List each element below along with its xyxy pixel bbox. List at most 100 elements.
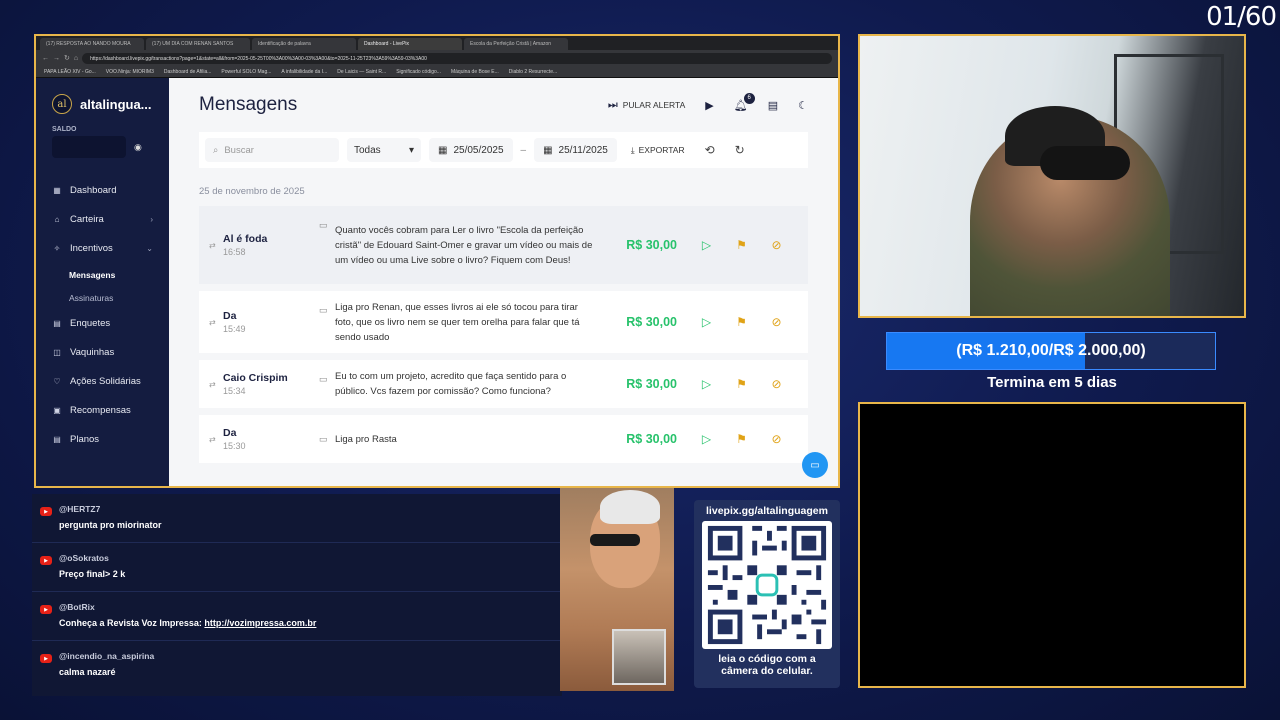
message-time: 16:58 (223, 247, 246, 257)
date-from-value: 25/05/2025 (453, 144, 504, 156)
bookmark[interactable]: PAPA LEÃO XIV - Go... (44, 69, 96, 75)
date-header: 25 de novembro de 2025 (199, 186, 305, 197)
sync-icon[interactable]: ⟲ (705, 143, 715, 157)
chat-user: @HERTZ7 (59, 504, 101, 514)
chat-message: ▶ @HERTZ7 pergunta pro miorinator (32, 494, 562, 543)
chat-user: @oSokratos (59, 553, 109, 563)
bookmarks-bar: PAPA LEÃO XIV - Go... VOO.Ninja: MIORIM3… (36, 66, 838, 78)
date-to-field[interactable]: ▦ 25/11/2025 (534, 138, 617, 162)
support-chat-button[interactable]: ▭ (802, 452, 828, 478)
piggy-icon: ◫ (53, 348, 61, 357)
sidebar-item-label: Recompensas (70, 405, 131, 416)
notification-badge: 6 (743, 92, 755, 104)
block-icon[interactable]: ⊘ (759, 238, 794, 252)
bookmark[interactable]: Máquina de Bose E... (451, 69, 499, 75)
sidebar-item-enquetes[interactable]: ▤ Enquetes (52, 309, 153, 338)
address-bar: ← → ↻ ⌂ https://dashboard.livepix.gg/tra… (36, 50, 838, 66)
browser-tab[interactable]: (17) RESPOSTA AO NANDO MOURA (40, 38, 144, 50)
export-button[interactable]: ⤓ EXPORTAR (631, 145, 685, 156)
sidebar-subitem-mensagens[interactable]: Mensagens (52, 263, 153, 286)
search-icon: ⌕ (213, 144, 219, 156)
qr-caption: leia o código com a câmera do celular. (718, 653, 816, 677)
bookmark[interactable]: A infalibilidade da I... (281, 69, 327, 75)
message-text: Liga pro Renan, que esses livros ai ele … (335, 301, 580, 343)
refresh-icon[interactable]: ↻ (735, 143, 745, 157)
browser-tab[interactable]: Identificação de palavra (252, 38, 356, 50)
guest-glasses (590, 534, 640, 546)
chat-text: Conheça a Revista Voz Impressa: (59, 618, 205, 628)
message-value: R$ 30,00 (626, 377, 677, 391)
reload-icon[interactable]: ↻ (64, 54, 70, 62)
chat-user: @BotRix (59, 602, 95, 612)
flag-icon[interactable]: ⚑ (724, 432, 759, 446)
bookmark[interactable]: Dashboard de Afilia... (164, 69, 212, 75)
browser-tab[interactable]: Escola da Perfeição Cristã | Amazon (464, 38, 568, 50)
sidebar-item-recompensas[interactable]: ▣ Recompensas (52, 396, 153, 425)
sidebar-item-dashboard[interactable]: ▦ Dashboard (52, 176, 153, 205)
back-icon[interactable]: ← (42, 55, 49, 62)
sidebar-item-label: Enquetes (70, 318, 111, 329)
message-row[interactable]: ⇄ Al é foda 16:58 ▭ Quanto vocês cobram p… (199, 206, 808, 284)
bookmark[interactable]: VOO.Ninja: MIORIM3 (106, 69, 154, 75)
type-select[interactable]: Todas ▾ (347, 138, 421, 162)
bookmark[interactable]: Powerful SOLO Mag... (221, 69, 271, 75)
sidebar-item-planos[interactable]: ▤ Planos (52, 425, 153, 454)
play-icon[interactable]: ▷ (689, 377, 724, 391)
repeat-icon: ⇄ (209, 317, 216, 327)
block-icon[interactable]: ⊘ (759, 432, 794, 446)
eye-icon[interactable]: ◉ (134, 142, 142, 153)
youtube-icon: ▶ (40, 507, 52, 516)
date-from-field[interactable]: ▦ 25/05/2025 (429, 138, 513, 162)
url-field[interactable]: https://dashboard.livepix.gg/transaction… (82, 52, 832, 64)
flag-icon[interactable]: ⚑ (724, 238, 759, 252)
youtube-button[interactable]: ▶ (705, 99, 713, 112)
play-icon[interactable]: ▷ (689, 238, 724, 252)
theme-button[interactable]: ☾ (798, 99, 808, 112)
browser-window: (17) RESPOSTA AO NANDO MOURA (17) UM DIA… (34, 34, 840, 488)
repeat-icon: ⇄ (209, 379, 216, 389)
bookmark[interactable]: De Laicis — Saint R... (337, 69, 386, 75)
flag-icon[interactable]: ⚑ (724, 315, 759, 329)
plans-icon: ▤ (53, 435, 61, 444)
message-time: 15:34 (223, 386, 246, 396)
repeat-icon: ⇄ (209, 240, 216, 250)
moon-icon: ☾ (798, 99, 808, 112)
play-icon[interactable]: ▷ (689, 315, 724, 329)
message-sender: Da 15:30 (223, 427, 319, 451)
sidebar-item-acoes[interactable]: ♡ Ações Solidárias (52, 367, 153, 396)
browser-tab-active[interactable]: Dashboard - LivePix (358, 38, 462, 50)
youtube-icon: ▶ (40, 556, 52, 565)
home-icon[interactable]: ⌂ (74, 55, 78, 62)
layout-button[interactable]: ▤ (768, 99, 778, 112)
message-value: R$ 30,00 (626, 432, 677, 446)
block-icon[interactable]: ⊘ (759, 377, 794, 391)
message-row[interactable]: ⇄ Da 15:49 ▭ Liga pro Renan, que esses li… (199, 291, 808, 353)
flag-icon[interactable]: ⚑ (724, 377, 759, 391)
message-time: 15:30 (223, 441, 246, 451)
streamer-webcam (858, 34, 1246, 318)
page-title: Mensagens (199, 94, 298, 115)
bookmark[interactable]: Significado código... (396, 69, 441, 75)
forward-icon[interactable]: → (53, 55, 60, 62)
message-row[interactable]: ⇄ Caio Crispim 15:34 ▭ Eu to com um proje… (199, 360, 808, 408)
notifications-button[interactable]: 🔔︎ 6 (734, 92, 755, 112)
play-icon[interactable]: ▷ (689, 432, 724, 446)
heart-icon: ♡ (53, 377, 61, 386)
sidebar-item-vaquinhas[interactable]: ◫ Vaquinhas (52, 338, 153, 367)
browser-tab[interactable]: (17) UM DIA COM RENAN SANTOS (146, 38, 250, 50)
step-counter: 01/60 (1206, 2, 1277, 32)
brand[interactable]: al altalingua... (52, 94, 153, 114)
chat-link[interactable]: http://vozimpressa.com.br (204, 618, 316, 628)
dashboard-icon: ▦ (53, 186, 61, 195)
sidebar-item-carteira[interactable]: ⌂ Carteira › (52, 205, 153, 234)
block-icon[interactable]: ⊘ (759, 315, 794, 329)
sidebar-item-incentivos[interactable]: ✧ Incentivos ⌄ (52, 234, 153, 263)
calendar-icon: ▦ (438, 144, 448, 156)
wallet-icon: ⌂ (54, 215, 60, 224)
skip-alert-button[interactable]: ⏭ PULAR ALERTA (608, 99, 685, 112)
message-row[interactable]: ⇄ Da 15:30 ▭ Liga pro Rasta R$ 30,00 ▷ ⚑ … (199, 415, 808, 463)
bookmark[interactable]: Diablo 2 Resurrecte... (509, 69, 557, 75)
sidebar-subitem-assinaturas[interactable]: Assinaturas (52, 286, 153, 309)
gift-icon: ▣ (53, 406, 61, 415)
search-input[interactable]: ⌕ Buscar (205, 138, 339, 162)
